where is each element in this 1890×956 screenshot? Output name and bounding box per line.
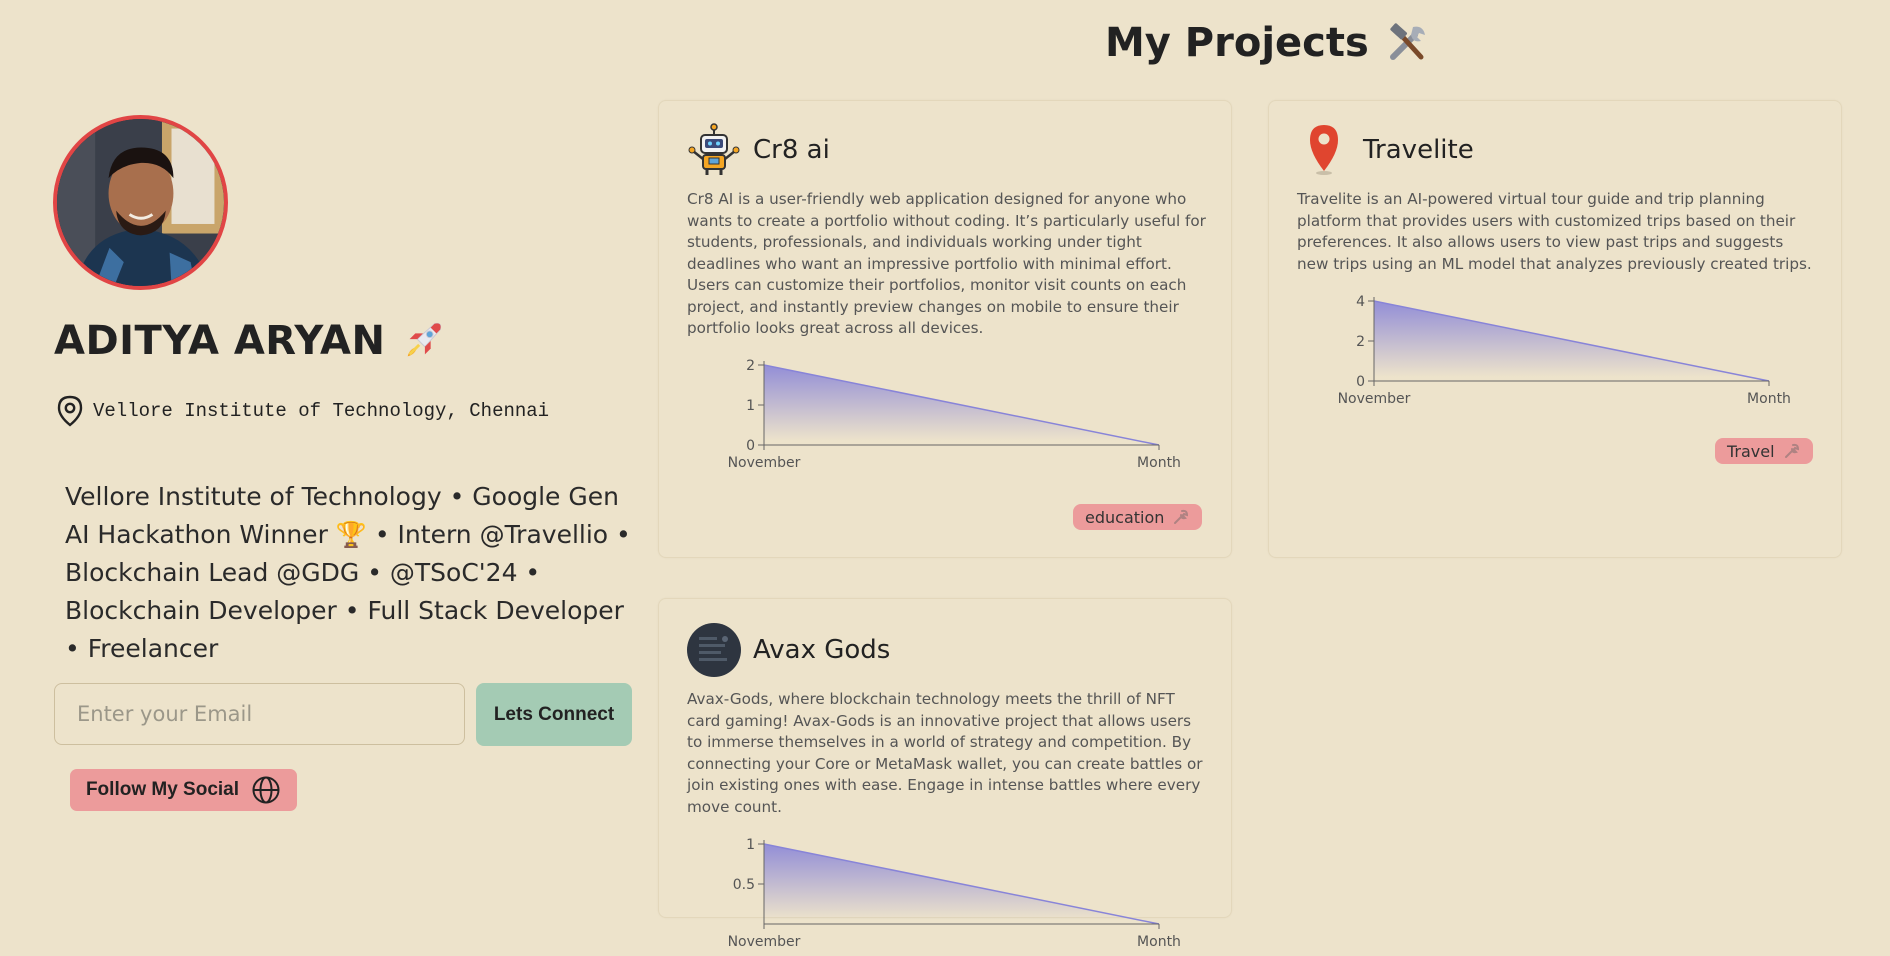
projects-heading: My Projects	[1105, 20, 1429, 66]
projects-heading-text: My Projects	[1105, 20, 1369, 66]
project-tag[interactable]: Travel	[1715, 438, 1813, 464]
project-tag-label: Travel	[1727, 441, 1775, 461]
rocket-icon	[407, 322, 441, 357]
profile-bio: Vellore Institute of Technology • Google…	[65, 482, 631, 663]
avax-avatar-icon	[687, 623, 741, 677]
profile-name: ADITYA ARYAN	[54, 318, 446, 364]
chart-x-tick-label: November	[728, 455, 801, 471]
hammer-wrench-icon	[1389, 23, 1425, 60]
wrench-icon	[1784, 443, 1799, 458]
profile-location: Vellore Institute of Technology, Chennai	[55, 394, 549, 428]
project-card[interactable]: Cr8 ai Cr8 AI is a user-friendly web app…	[658, 100, 1232, 558]
project-visits-chart: 0 2 4 November Month	[1338, 294, 1791, 407]
chart-x-tick-label: Month	[1747, 391, 1791, 407]
project-card-header: Cr8 ai	[687, 123, 830, 177]
chart-x-tick-label: Month	[1137, 934, 1181, 950]
profile-avatar	[53, 115, 228, 290]
chart-y-tick-label: 4	[1356, 294, 1365, 310]
chart-y-tick-label: 1	[746, 837, 755, 853]
chart-y-tick-label: 2	[746, 358, 755, 374]
chart-x-tick-label: November	[728, 934, 801, 950]
chart-y-tick-label: 0	[746, 438, 755, 454]
lets-connect-button[interactable]: Lets Connect	[476, 683, 632, 746]
chart-y-tick-label: 2	[1356, 334, 1365, 350]
project-card-header: Avax Gods	[687, 623, 890, 677]
project-tag-label: education	[1085, 507, 1165, 527]
project-description: Travelite is an AI-powered virtual tour …	[1297, 190, 1812, 273]
project-card[interactable]: Avax Gods Avax-Gods, where blockchain te…	[658, 598, 1232, 950]
project-title: Travelite	[1363, 135, 1474, 165]
follow-social-label: Follow My Social	[85, 779, 240, 800]
project-tag[interactable]: education	[1073, 504, 1203, 530]
project-description: Avax-Gods, where blockchain technology m…	[687, 690, 1203, 816]
chart-y-tick-label: 0	[1356, 374, 1365, 390]
project-visits-chart: 0 1 2 November Month	[728, 358, 1181, 471]
project-title: Cr8 ai	[753, 135, 830, 165]
follow-social-button[interactable]: Follow My Social	[70, 769, 297, 811]
chart-y-tick-label: 1	[746, 398, 755, 414]
project-description: Cr8 AI is a user-friendly web applicatio…	[687, 190, 1206, 337]
location-pin-icon	[57, 395, 83, 427]
wrench-icon	[1174, 509, 1189, 524]
location-text: Vellore Institute of Technology, Chennai	[93, 400, 550, 422]
project-visits-chart: 0.5 1 November Month	[728, 837, 1181, 950]
globe-icon	[252, 776, 280, 804]
map-pin-icon	[1310, 125, 1338, 175]
robot-icon	[688, 123, 740, 175]
chart-x-tick-label: November	[1338, 391, 1411, 407]
chart-x-tick-label: Month	[1137, 455, 1181, 471]
project-card-header: Travelite	[1297, 123, 1474, 177]
project-card[interactable]: Travelite Travelite is an AI-powered vir…	[1268, 100, 1842, 558]
profile-name-text: ADITYA ARYAN	[54, 318, 386, 364]
chart-y-tick-label: 0.5	[733, 877, 755, 893]
email-input[interactable]	[54, 683, 465, 745]
project-title: Avax Gods	[753, 635, 891, 665]
